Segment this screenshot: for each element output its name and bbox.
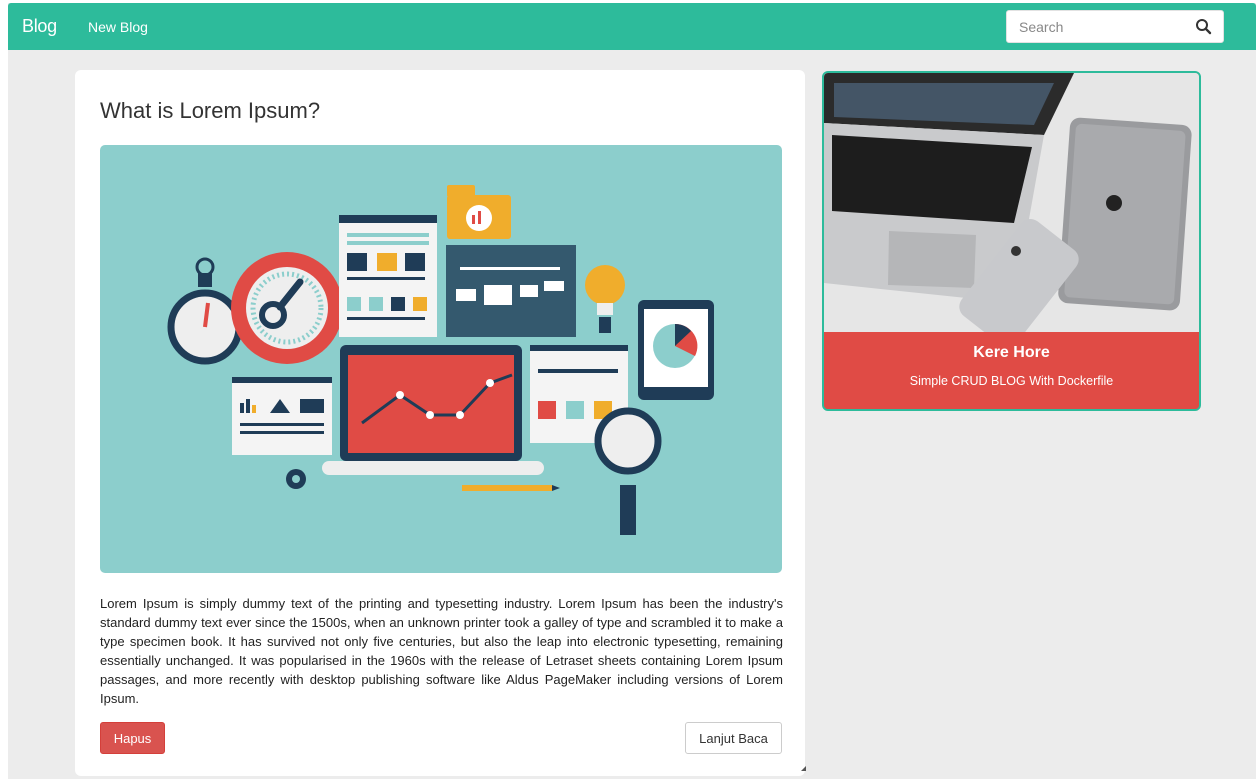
card-caption: Kere Hore Simple CRUD BLOG With Dockerfi…	[824, 332, 1199, 409]
search-icon[interactable]	[1195, 18, 1213, 36]
search-box	[1006, 10, 1224, 43]
data-analytics-illustration-icon	[167, 185, 714, 535]
laptop-tablet-phone-photo-icon	[824, 73, 1199, 347]
new-blog-link[interactable]: New Blog	[88, 19, 148, 35]
brand-logo[interactable]: Blog	[22, 16, 57, 37]
post-body: Lorem Ipsum is simply dummy text of the …	[100, 596, 783, 706]
sidebar-post-card[interactable]: Kere Hore Simple CRUD BLOG With Dockerfi…	[822, 71, 1201, 411]
navbar: Blog New Blog	[8, 3, 1256, 50]
resize-grip-icon[interactable]	[801, 766, 806, 771]
card-subtitle: Simple CRUD BLOG With Dockerfile	[909, 374, 1114, 388]
blog-post-card: What is Lorem Ipsum? Lorem Ipsum is simp…	[75, 70, 805, 776]
card-photo	[824, 73, 1199, 347]
delete-button[interactable]: Hapus	[100, 722, 165, 754]
post-image	[100, 145, 782, 573]
card-title: Kere Hore	[973, 344, 1050, 361]
read-more-button[interactable]: Lanjut Baca	[685, 722, 782, 754]
post-title: What is Lorem Ipsum?	[100, 98, 321, 123]
search-input[interactable]	[1007, 11, 1189, 42]
page-frame: Blog New Blog What is Lorem Ipsum?	[8, 3, 1256, 779]
